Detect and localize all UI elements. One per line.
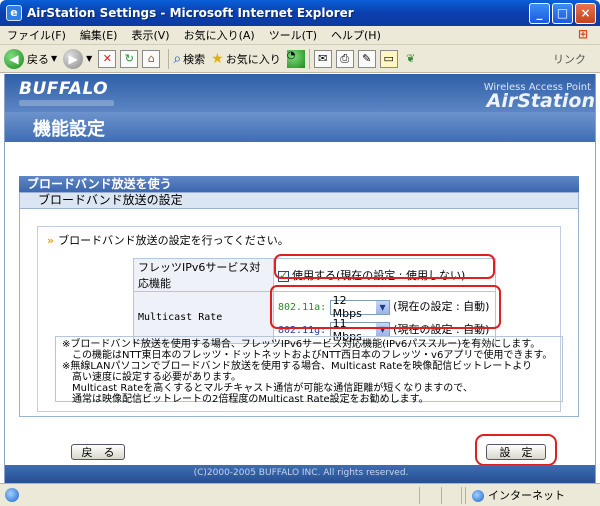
- section-title: ブロードバンド放送を使う: [19, 176, 579, 192]
- menu-help[interactable]: ヘルプ(H): [324, 27, 388, 43]
- search-icon: ⌕: [173, 50, 182, 67]
- highlight-multicast: [270, 285, 501, 329]
- page-footer: (C)2000-2005 BUFFALO INC. All rights res…: [5, 465, 595, 483]
- ie-icon: e: [6, 5, 22, 21]
- instruction-text: ブロードバンド放送の設定を行ってください。: [58, 234, 289, 247]
- search-button[interactable]: ⌕ 検索: [173, 51, 205, 67]
- arrow-icon: »: [47, 234, 55, 247]
- stop-icon[interactable]: ✕: [98, 49, 117, 68]
- status-divider: [461, 487, 462, 504]
- print-icon[interactable]: ⎙: [335, 49, 354, 68]
- mail-icon[interactable]: ✉: [313, 49, 332, 68]
- back-button-label: 戻る: [27, 52, 49, 66]
- section-subtitle: ブロードバンド放送の設定: [19, 192, 579, 209]
- search-button-label: 検索: [183, 52, 206, 66]
- close-button[interactable]: ×: [575, 2, 596, 24]
- menu-favorites[interactable]: お気に入り(A): [177, 27, 262, 43]
- forward-arrow-icon: ▶: [63, 48, 84, 69]
- star-icon: ★: [211, 50, 224, 67]
- home-icon[interactable]: ⌂: [142, 49, 161, 68]
- edit-icon[interactable]: ✎: [357, 49, 376, 68]
- window-titlebar: e AirStation Settings - Microsoft Intern…: [0, 0, 600, 26]
- internet-zone-icon: [472, 490, 484, 502]
- menu-bar: ファイル(F) 編集(E) 表示(V) お気に入り(A) ツール(T) ヘルプ(…: [0, 26, 600, 45]
- favorites-button-label: お気に入り: [225, 52, 281, 66]
- browser-toolbar: ◀ 戻る ▼ ▶ ▼ ✕ ↻ ⌂ ⌕ 検索 ★ お気に入り ◔ ✉ ⎙ ✎ ▭ …: [0, 45, 600, 73]
- note-line: 高い速度に設定する必要があります。: [62, 372, 241, 383]
- toolbar-separator: [168, 48, 170, 69]
- menu-edit[interactable]: 編集(E): [73, 27, 125, 43]
- page-title-bar: 機能設定: [5, 112, 595, 142]
- page-area: BUFFALO Wireless Access Point AirStation…: [4, 74, 596, 483]
- note-line: 通常は映像配信ビットレートの2倍程度のMulticast Rate設定をお勧めし…: [62, 394, 429, 405]
- back-page-button[interactable]: 戻 る: [71, 444, 125, 460]
- note-line: Multicast Rateを高くするとマルチキャスト通信が可能な通信距離が短く…: [62, 383, 473, 394]
- highlight-submit: [475, 434, 557, 466]
- note-line: ※無線LANパソコンでブロードバンド放送を使用する場合、Multicast Ra…: [62, 361, 533, 372]
- refresh-icon[interactable]: ↻: [120, 49, 139, 68]
- minimize-button[interactable]: _: [529, 2, 550, 24]
- page-status-icon: [5, 488, 19, 502]
- menu-view[interactable]: 表示(V): [124, 27, 176, 43]
- back-arrow-icon: ◀: [4, 48, 24, 69]
- windows-logo-icon: ⊞: [577, 27, 589, 41]
- maximize-button[interactable]: □: [552, 2, 573, 24]
- brand-tagline: [19, 100, 114, 106]
- notes-box: ※ブロードバンド放送を使用する場合、フレッツIPv6サービス対応機能(IPv6パ…: [55, 336, 563, 405]
- back-button[interactable]: ◀ 戻る ▼: [4, 48, 57, 69]
- page-title: 機能設定: [33, 119, 105, 140]
- menu-tools[interactable]: ツール(T): [262, 27, 324, 43]
- product-logo: AirStation: [486, 90, 595, 112]
- forward-button[interactable]: ▶ ▼: [63, 48, 92, 69]
- security-zone: インターネット: [465, 487, 582, 504]
- status-divider: [419, 487, 420, 504]
- instruction: » ブロードバンド放送の設定を行ってください。: [47, 232, 567, 247]
- status-bar: インターネット: [0, 483, 600, 506]
- brand-logo: BUFFALO: [19, 79, 109, 99]
- messenger-icon[interactable]: ❦: [402, 50, 420, 68]
- note-line: この機能はNTT東日本のフレッツ・ドットネットおよびNTT西日本のフレッツ・v6…: [62, 350, 553, 361]
- note-line: ※ブロードバンド放送を使用する場合、フレッツIPv6サービス対応機能(IPv6パ…: [62, 339, 541, 350]
- links-label[interactable]: リンク: [553, 51, 586, 67]
- favorites-button[interactable]: ★ お気に入り: [211, 51, 281, 67]
- forward-dropdown-icon[interactable]: ▼: [86, 54, 92, 63]
- zone-label: インターネット: [488, 489, 565, 502]
- highlight-ipv6: [274, 254, 495, 279]
- back-dropdown-icon[interactable]: ▼: [51, 54, 57, 63]
- history-icon[interactable]: ◔: [286, 49, 305, 68]
- ipv6-label: フレッツIPv6サービス対応機能: [133, 258, 274, 292]
- window-title: AirStation Settings - Microsoft Internet…: [27, 6, 354, 20]
- status-divider: [441, 487, 442, 504]
- toolbar-separator: [308, 48, 310, 69]
- menu-file[interactable]: ファイル(F): [0, 27, 73, 43]
- discuss-icon[interactable]: ▭: [379, 49, 398, 68]
